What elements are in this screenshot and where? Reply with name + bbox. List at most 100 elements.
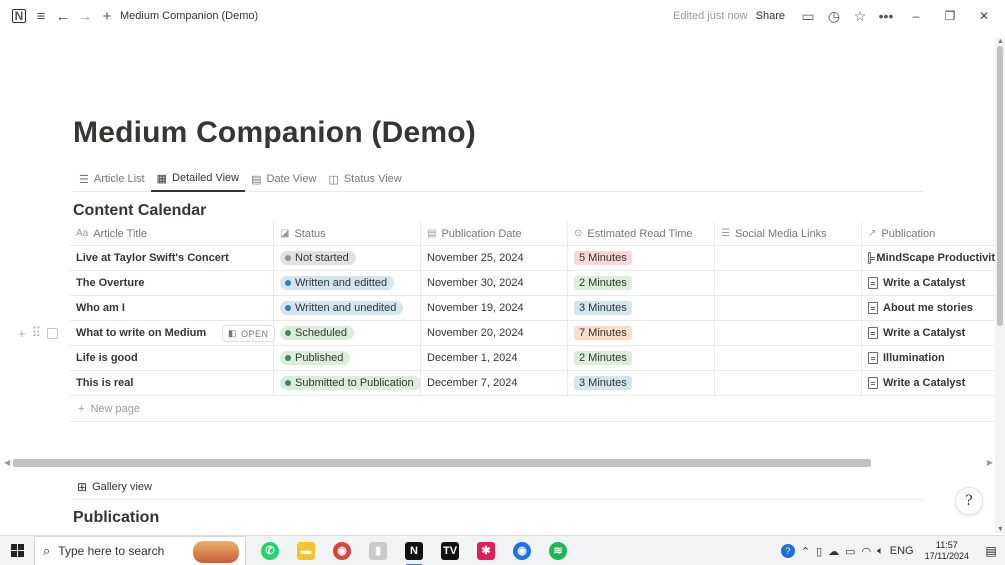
comment-icon[interactable]: ▭ [797, 5, 819, 27]
read-time-cell[interactable]: 2 Minutes [568, 346, 715, 370]
taskbar-app-slack[interactable]: ✱ [468, 536, 504, 565]
date-cell[interactable]: November 30, 2024 [421, 271, 568, 295]
read-time-cell[interactable]: 7 Minutes [568, 321, 715, 345]
database-title[interactable]: Content Calendar [73, 202, 206, 220]
row-checkbox[interactable] [47, 327, 59, 339]
more-icon[interactable]: ••• [875, 5, 897, 27]
breadcrumb[interactable]: Medium Companion (Demo) [120, 10, 258, 22]
column-header-article-title[interactable]: Aa Article Title [70, 222, 274, 245]
publication-cell[interactable]: MindScape Productivit [862, 246, 995, 270]
social-links-cell[interactable] [715, 371, 862, 395]
article-title-cell[interactable]: Live at Taylor Swift's Concert [70, 246, 274, 270]
scroll-down-icon[interactable]: ▼ [997, 526, 1004, 533]
tab-article-list[interactable]: ☰ Article List [73, 166, 151, 192]
table-row[interactable]: Live at Taylor Swift's Concert Not start… [70, 246, 995, 271]
article-title-cell[interactable]: This is real [70, 371, 274, 395]
column-header-social-media[interactable]: ☰ Social Media Links [715, 222, 862, 245]
taskbar-app-chrome[interactable]: ◉ [324, 536, 360, 565]
date-cell[interactable]: December 7, 2024 [421, 371, 568, 395]
publication-cell[interactable]: About me stories [862, 296, 995, 320]
tab-status-view[interactable]: ◫ Status View [322, 166, 407, 192]
taskbar-app-chrome-profile[interactable]: ◉ [504, 536, 540, 565]
publication-cell[interactable]: Illumination [862, 346, 995, 370]
vertical-scrollbar[interactable]: ▲ ▼ [995, 38, 1005, 533]
scroll-right-icon[interactable]: ▶ [987, 458, 993, 467]
date-cell[interactable]: November 19, 2024 [421, 296, 568, 320]
taskbar-search-box[interactable]: ⌕ Type here to search [34, 535, 246, 565]
status-cell[interactable]: Not started [274, 246, 421, 270]
close-button[interactable]: ✕ [967, 5, 1001, 27]
horizontal-scrollbar[interactable]: ◀ ▶ [4, 458, 993, 468]
table-row[interactable]: Life is good Published December 1, 2024 … [70, 346, 995, 371]
social-links-cell[interactable] [715, 321, 862, 345]
taskbar-app-whatsapp[interactable]: ✆ [252, 536, 288, 565]
vertical-scroll-thumb[interactable] [997, 46, 1003, 326]
chevron-up-icon[interactable]: ⌃ [801, 545, 810, 558]
social-links-cell[interactable] [715, 271, 862, 295]
clock-icon[interactable]: ◷ [823, 5, 845, 27]
read-time-cell[interactable]: 5 Minutes [568, 246, 715, 270]
status-cell[interactable]: Published [274, 346, 421, 370]
help-button[interactable]: ? [955, 487, 983, 515]
date-cell[interactable]: November 20, 2024 [421, 321, 568, 345]
publication-link[interactable]: Write a Catalyst [883, 277, 965, 289]
publication-cell[interactable]: Write a Catalyst [862, 271, 995, 295]
start-button[interactable] [0, 536, 34, 565]
forward-arrow-icon[interactable]: → [74, 5, 96, 27]
social-links-cell[interactable] [715, 296, 862, 320]
publication-link[interactable]: Write a Catalyst [883, 327, 965, 339]
read-time-cell[interactable]: 3 Minutes [568, 296, 715, 320]
open-button[interactable]: ◧ OPEN [222, 325, 275, 342]
star-icon[interactable]: ☆ [849, 5, 871, 27]
menu-icon[interactable]: ≡ [30, 5, 52, 27]
tab-detailed-view[interactable]: ▦ Detailed View [150, 166, 246, 192]
horizontal-scroll-thumb[interactable] [13, 459, 871, 467]
table-row[interactable]: Who am I Written and unedited November 1… [70, 296, 995, 321]
table-row-hovered[interactable]: + ⠿ What to write on Medium ◧ OPEN Schedu… [18, 321, 995, 346]
status-cell[interactable]: Written and editted [274, 271, 421, 295]
column-header-status[interactable]: ◪ Status [274, 222, 421, 245]
table-row[interactable]: This is real Submitted to Publication De… [70, 371, 995, 396]
publication-link[interactable]: Write a Catalyst [883, 377, 965, 389]
volume-icon[interactable]: 🔈︎ [877, 545, 884, 558]
tab-gallery-view[interactable]: ⊞ Gallery view [73, 474, 923, 500]
publication-cell[interactable]: Write a Catalyst [862, 321, 995, 345]
back-arrow-icon[interactable]: ← [52, 5, 74, 27]
help-tray-icon[interactable]: ? [780, 544, 795, 558]
article-title-cell[interactable]: Life is good [70, 346, 274, 370]
language-indicator[interactable]: ENG [890, 545, 914, 557]
taskbar-app-file-explorer[interactable]: ▬ [288, 536, 324, 565]
table-row[interactable]: The Overture Written and editted Novembe… [70, 271, 995, 296]
social-links-cell[interactable] [715, 346, 862, 370]
taskbar-app-app-bars[interactable]: ▮ [360, 536, 396, 565]
publication-heading[interactable]: Publication [73, 509, 159, 527]
tab-date-view[interactable]: ▤ Date View [245, 166, 322, 192]
wifi-icon[interactable]: ◠ [862, 545, 872, 558]
notion-icon[interactable]: N [12, 9, 26, 23]
taskbar-app-twitch-tv[interactable]: TV [432, 536, 468, 565]
column-header-publication-date[interactable]: ▤ Publication Date [421, 222, 568, 245]
taskbar-app-notion[interactable]: N [396, 536, 432, 565]
read-time-cell[interactable]: 2 Minutes [568, 271, 715, 295]
article-title-cell[interactable]: The Overture [70, 271, 274, 295]
scroll-up-icon[interactable]: ▲ [997, 38, 1004, 45]
notification-icon[interactable]: ▤ [977, 544, 1005, 558]
social-links-cell[interactable] [715, 246, 862, 270]
drag-handle-icon[interactable]: ⠿ [32, 325, 42, 341]
new-page-button[interactable]: + New page [70, 396, 995, 422]
add-row-icon[interactable]: + [18, 326, 26, 341]
date-cell[interactable]: December 1, 2024 [421, 346, 568, 370]
status-cell[interactable]: Submitted to Publication [274, 371, 421, 395]
column-header-read-time[interactable]: ⊙ Estimated Read Time [568, 222, 715, 245]
clock[interactable]: 11:57 17/11/2024 [925, 540, 969, 562]
taskbar-app-spotify[interactable]: ≋ [540, 536, 576, 565]
battery-icon[interactable]: ▭ [845, 545, 855, 558]
plus-icon[interactable]: + [96, 5, 118, 27]
device-icon[interactable]: ▯ [816, 545, 822, 558]
cloud-icon[interactable]: ☁ [828, 545, 839, 558]
share-button[interactable]: Share [756, 10, 785, 22]
minimize-button[interactable]: – [899, 5, 933, 27]
article-title-cell[interactable]: Who am I [70, 296, 274, 320]
publication-link[interactable]: Illumination [883, 352, 945, 364]
publication-cell[interactable]: Write a Catalyst [862, 371, 995, 395]
